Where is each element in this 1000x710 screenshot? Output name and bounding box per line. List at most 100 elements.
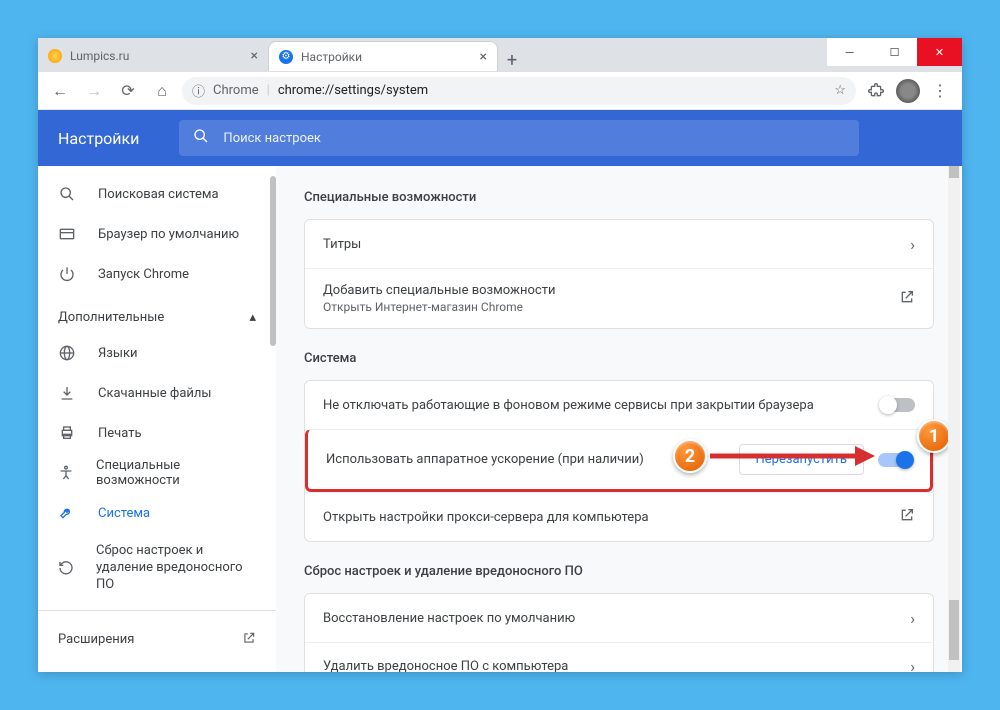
favicon-settings: ⚙ [279,50,293,64]
url-prefix: Chrome [213,83,259,98]
close-icon[interactable]: × [480,49,487,65]
section-title-reset: Сброс настроек и удаление вредоносного П… [304,564,934,579]
sidebar-item-accessibility[interactable]: Специальные возможности [38,453,264,493]
row-background-apps[interactable]: Не отключать работающие в фоновом режиме… [305,381,933,429]
external-link-icon [242,631,256,649]
minimize-button[interactable]: ─ [827,38,872,66]
tab-label: Lumpics.ru [70,49,129,63]
settings-header: Настройки Поиск настроек [38,110,962,166]
close-window-button[interactable]: ✕ [917,38,962,66]
reload-button[interactable]: ⟳ [114,77,142,105]
toggle-hardware-accel[interactable] [878,453,912,467]
sidebar-item-label: Языки [98,346,138,361]
profile-avatar[interactable] [896,79,920,103]
chevron-right-icon: › [910,657,915,672]
section-title-accessibility: Специальные возможности [304,190,934,205]
external-link-icon [899,289,915,309]
sidebar-item-about[interactable]: О браузере Chrome [38,663,276,672]
chevron-right-icon: › [910,609,915,628]
row-label: Добавить специальные возможности [323,283,899,298]
sidebar-item-label: Расширения [58,632,134,647]
sidebar-item-label: Сброс настроек и удаление вредоносного П… [96,543,244,594]
sidebar-item-startup[interactable]: Запуск Chrome [38,254,264,294]
row-captions[interactable]: Титры › [305,220,933,268]
url-path: chrome://settings/system [278,83,428,98]
row-proxy[interactable]: Открыть настройки прокси-сервера для ком… [305,492,933,541]
window-controls: ─ ☐ ✕ [827,38,962,71]
row-add-a11y[interactable]: Добавить специальные возможности Открыть… [305,268,933,328]
print-icon [58,425,76,441]
divider [38,610,276,611]
main-scrollbar-track[interactable] [948,166,960,672]
sidebar-item-downloads[interactable]: Скачанные файлы [38,373,264,413]
bookmark-icon[interactable]: ☆ [834,83,846,98]
row-sublabel: Открыть Интернет-магазин Chrome [323,300,899,314]
reset-icon [58,560,74,576]
row-label: Открыть настройки прокси-сервера для ком… [323,510,899,525]
content-area: Настройки Поиск настроек Поисковая систе… [38,110,962,672]
chevron-up-icon: ▴ [249,310,256,325]
sidebar-item-label: Система [98,506,150,521]
sidebar-item-label: Специальные возможности [96,458,244,488]
back-button[interactable]: ← [46,77,74,105]
sidebar-item-reset[interactable]: Сброс настроек и удаление вредоносного П… [38,533,264,604]
maximize-button[interactable]: ☐ [872,38,917,66]
row-text: Добавить специальные возможности Открыть… [323,283,899,314]
toggle-background-apps[interactable] [881,398,915,412]
sidebar-item-extensions[interactable]: Расширения [38,617,276,663]
callout-2: 2 [673,439,707,473]
info-icon: ⓘ [192,81,205,100]
chevron-right-icon: › [910,235,915,254]
row-remove-malware[interactable]: Удалить вредоносное ПО с компьютера › [305,642,933,672]
tab-settings[interactable]: ⚙ Настройки × [268,41,498,71]
main-panel: Специальные возможности Титры › Добавить… [276,166,962,672]
row-label: Не отключать работающие в фоновом режиме… [323,398,881,413]
sidebar-section-label: Дополнительные [58,310,164,325]
close-icon[interactable]: × [251,48,258,64]
tabstrip: Lumpics.ru × ⚙ Настройки × + [38,38,827,71]
sidebar-item-search-engine[interactable]: Поисковая система [38,174,264,214]
sidebar-item-system[interactable]: Система [38,493,264,533]
page-title: Настройки [58,129,139,148]
card-reset: Восстановление настроек по умолчанию › У… [304,593,934,672]
toolbar: ← → ⟳ ⌂ ⓘ Chrome | chrome://settings/sys… [38,72,962,110]
globe-icon [58,345,76,361]
extensions-icon[interactable] [862,77,890,105]
tab-lumpics[interactable]: Lumpics.ru × [38,41,268,71]
external-link-icon [899,507,915,527]
tab-label: Настройки [301,50,362,64]
sidebar-item-label: Запуск Chrome [98,267,189,282]
menu-button[interactable]: ⋮ [926,77,954,105]
sidebar-item-label: Браузер по умолчанию [98,227,239,242]
home-button[interactable]: ⌂ [148,77,176,105]
browser-icon [58,227,76,241]
sidebar: Поисковая система Браузер по умолчанию З… [38,166,276,672]
card-accessibility: Титры › Добавить специальные возможности… [304,219,934,329]
sidebar-item-label: Поисковая система [98,187,219,202]
main-scrollbar-thumb[interactable] [949,166,959,178]
browser-window: Lumpics.ru × ⚙ Настройки × + ─ ☐ ✕ ← → ⟳… [38,38,962,672]
accessibility-icon [58,465,74,481]
address-bar[interactable]: ⓘ Chrome | chrome://settings/system ☆ [182,77,856,105]
row-label: Титры [323,237,910,252]
power-icon [58,266,76,282]
favicon-lumpics [48,49,62,63]
main-scrollbar-thumb[interactable] [949,600,959,660]
search-icon [193,128,209,148]
forward-button[interactable]: → [80,77,108,105]
sidebar-item-default-browser[interactable]: Браузер по умолчанию [38,214,264,254]
callout-1: 1 [917,419,951,453]
annotation-arrow [705,441,875,471]
row-restore-defaults[interactable]: Восстановление настроек по умолчанию › [305,594,933,642]
sidebar-section-advanced[interactable]: Дополнительные ▴ [38,294,276,333]
search-placeholder: Поиск настроек [223,131,321,146]
row-label: Восстановление настроек по умолчанию [323,611,910,626]
sidebar-item-languages[interactable]: Языки [38,333,264,373]
sidebar-item-label: Скачанные файлы [98,386,212,401]
search-input[interactable]: Поиск настроек [179,120,859,156]
card-system: Не отключать работающие в фоновом режиме… [304,380,934,542]
wrench-icon [58,505,76,521]
sidebar-item-print[interactable]: Печать [38,413,264,453]
search-icon [58,186,76,202]
new-tab-button[interactable]: + [498,50,526,71]
